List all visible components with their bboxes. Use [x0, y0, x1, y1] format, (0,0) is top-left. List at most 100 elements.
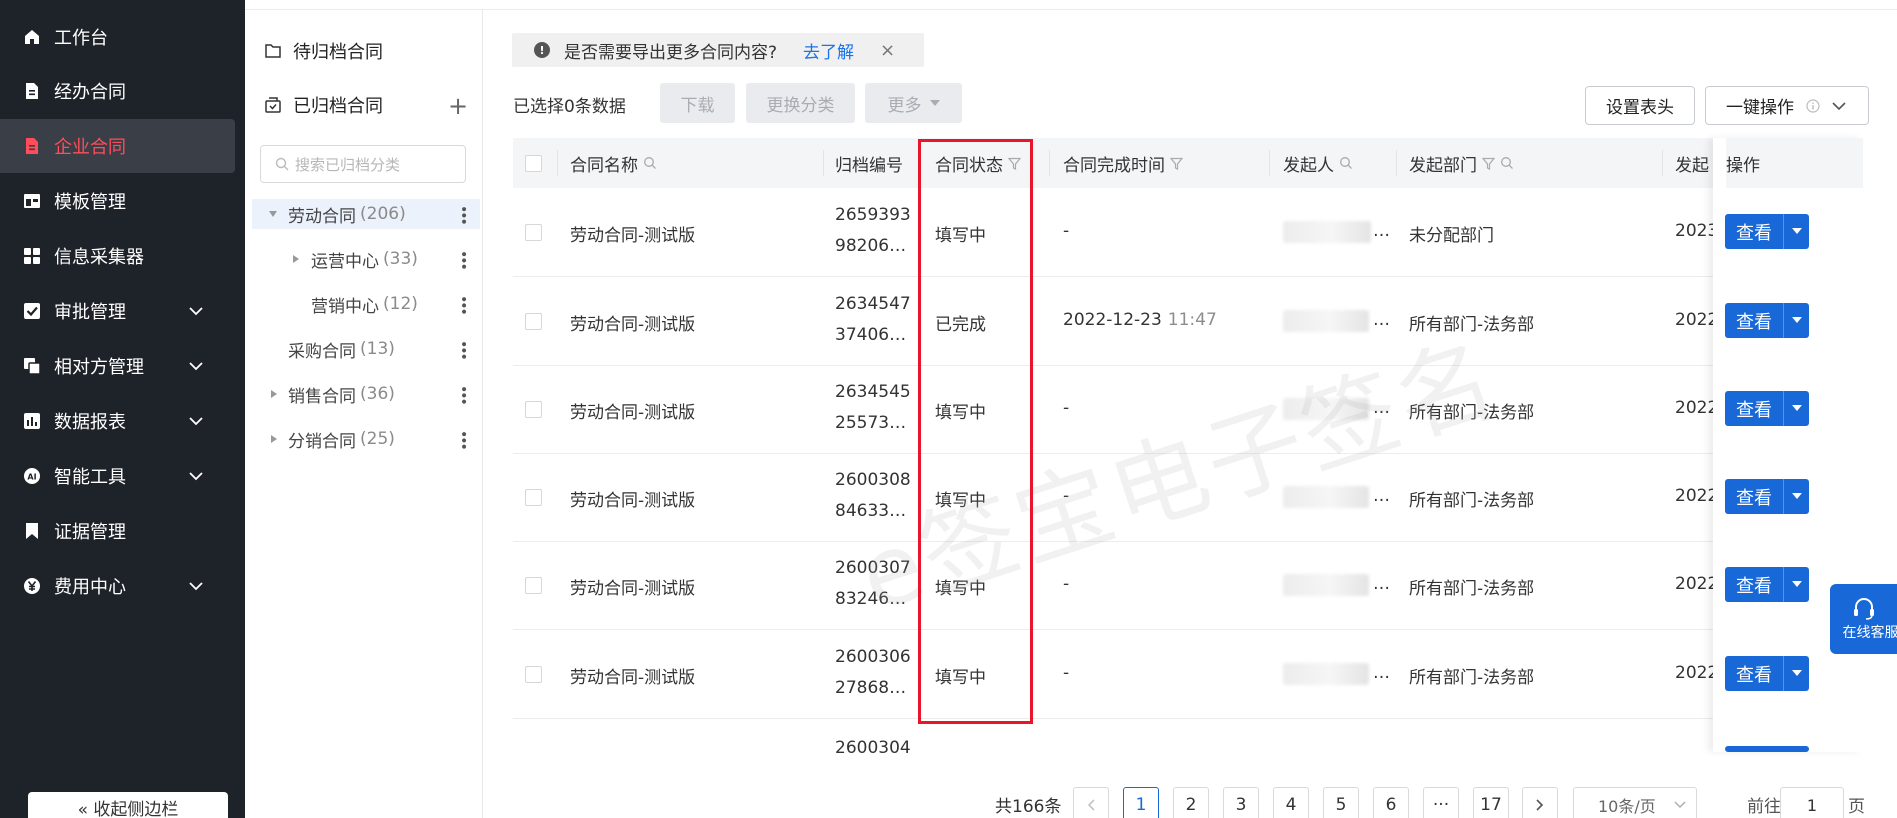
initiate-dept: 所有部门-法务部: [1409, 668, 1535, 688]
chevron-down-icon[interactable]: [188, 468, 204, 484]
caret-down-icon[interactable]: [1784, 493, 1809, 500]
selected-count: 已选择0条数据: [513, 97, 626, 117]
nav-item-workbench[interactable]: 工作台: [0, 10, 235, 64]
filter-icon[interactable]: [1170, 157, 1183, 170]
page-size-select[interactable]: 10条/页: [1573, 787, 1697, 818]
view-button[interactable]: 查看: [1725, 479, 1809, 514]
row-checkbox[interactable]: [525, 666, 542, 683]
view-button[interactable]: 查看: [1725, 214, 1809, 249]
next-page-button[interactable]: [1522, 787, 1558, 818]
folder-icon: [265, 44, 281, 58]
caret-down-icon[interactable]: [1784, 405, 1809, 412]
chevron-down-icon: [1674, 801, 1686, 808]
row-divider: [513, 718, 1863, 719]
learn-more-link[interactable]: 去了解: [803, 38, 854, 63]
chevron-left-icon: [1087, 799, 1095, 811]
download-button[interactable]: 下载: [660, 83, 735, 123]
row-checkbox[interactable]: [525, 577, 542, 594]
view-button[interactable]: 查看: [1725, 656, 1809, 691]
nav-item-info-collector[interactable]: 信息采集器: [0, 229, 235, 283]
goto-page-input[interactable]: 1: [1780, 787, 1844, 818]
caret-down-icon[interactable]: [1784, 317, 1809, 324]
complete-date: 2022-12-23: [1063, 310, 1162, 330]
nav-item-handled-contracts[interactable]: 经办合同: [0, 64, 235, 118]
page-button[interactable]: 5: [1323, 787, 1359, 818]
chevron-down-icon[interactable]: [188, 358, 204, 374]
more-vertical-icon[interactable]: •••: [455, 340, 471, 359]
nav-item-billing-center[interactable]: 费用中心: [0, 559, 235, 613]
col-header-archive-no: 归档编号: [835, 138, 903, 188]
chevron-down-icon[interactable]: [188, 413, 204, 429]
chevron-down-icon[interactable]: [188, 578, 204, 594]
view-button[interactable]: [1725, 746, 1809, 752]
nav-item-counterparty-management[interactable]: 相对方管理: [0, 339, 235, 393]
more-vertical-icon[interactable]: •••: [455, 430, 471, 449]
caret-down-icon[interactable]: [1784, 581, 1809, 588]
tree-item-labor-contract[interactable]: 劳动合同 (206) •••: [252, 199, 480, 229]
online-service-label: 在线客服: [1842, 625, 1897, 641]
pending-archive-item[interactable]: 待归档合同: [265, 38, 383, 64]
more-vertical-icon[interactable]: •••: [455, 205, 471, 224]
caret-right-icon[interactable]: [270, 434, 278, 444]
more-button[interactable]: 更多: [865, 83, 962, 123]
row-checkbox[interactable]: [525, 401, 542, 418]
page-button[interactable]: 4: [1273, 787, 1309, 818]
page-button[interactable]: 1: [1123, 787, 1159, 818]
view-button[interactable]: 查看: [1725, 391, 1809, 426]
more-vertical-icon[interactable]: •••: [455, 250, 471, 269]
page-button[interactable]: 6: [1373, 787, 1409, 818]
caret-down-icon[interactable]: [1784, 670, 1809, 677]
page-button[interactable]: 17: [1473, 787, 1509, 818]
caret-down-icon[interactable]: [1784, 228, 1809, 235]
tree-item-distribution-contract[interactable]: 分销合同 (25) •••: [252, 424, 480, 454]
change-category-button[interactable]: 更换分类: [746, 83, 855, 123]
nav-item-approval-management[interactable]: 审批管理: [0, 284, 235, 338]
search-icon[interactable]: [1500, 156, 1514, 170]
row-divider: [513, 365, 1863, 366]
page-button[interactable]: 2: [1173, 787, 1209, 818]
nav-item-smart-tools[interactable]: AI 智能工具: [0, 449, 235, 503]
tree-item-purchase-contract[interactable]: 采购合同 (13) •••: [252, 334, 480, 364]
search-icon[interactable]: [1339, 156, 1353, 170]
search-icon: [275, 157, 289, 171]
collapse-sidebar-button[interactable]: « 收起侧边栏: [28, 792, 228, 818]
search-icon[interactable]: [643, 156, 657, 170]
category-search-input[interactable]: 搜索已归档分类: [260, 145, 466, 183]
page-button[interactable]: 3: [1223, 787, 1259, 818]
caret-right-icon[interactable]: [270, 389, 278, 399]
row-checkbox[interactable]: [525, 313, 542, 330]
row-checkbox[interactable]: [525, 224, 542, 241]
row-checkbox[interactable]: [525, 489, 542, 506]
caret-down-icon[interactable]: [268, 210, 278, 218]
col-header-label: 操作: [1726, 155, 1760, 176]
col-divider: [823, 150, 824, 176]
filter-icon[interactable]: [1482, 157, 1495, 170]
initiator-ellipsis: …: [1373, 574, 1390, 594]
tree-item-sales-contract[interactable]: 销售合同 (36) •••: [252, 379, 480, 409]
view-button[interactable]: 查看: [1725, 303, 1809, 338]
nav-item-enterprise-contracts[interactable]: 企业合同: [0, 119, 235, 173]
view-label: 查看: [1736, 664, 1772, 686]
tree-item-ops-center[interactable]: 运营中心 (33) •••: [252, 244, 480, 274]
caret-right-icon[interactable]: [292, 254, 300, 264]
close-icon[interactable]: ×: [880, 40, 895, 61]
online-service-button[interactable]: 在线客服: [1830, 584, 1897, 654]
more-vertical-icon[interactable]: •••: [455, 385, 471, 404]
set-header-button[interactable]: 设置表头: [1585, 86, 1695, 125]
nav-item-data-reports[interactable]: 数据报表: [0, 394, 235, 448]
contract-name: 劳动合同-测试版: [570, 579, 696, 599]
page-ellipsis-button[interactable]: ···: [1423, 787, 1459, 818]
nav-item-evidence-management[interactable]: 证据管理: [0, 504, 235, 558]
nav-item-label: 审批管理: [54, 302, 126, 323]
select-all-checkbox[interactable]: [525, 155, 542, 172]
add-category-button[interactable]: +: [448, 92, 468, 120]
more-vertical-icon[interactable]: •••: [455, 295, 471, 314]
nav-item-template-management[interactable]: 模板管理: [0, 174, 235, 228]
one-click-action-button[interactable]: 一键操作: [1705, 86, 1869, 125]
view-button[interactable]: 查看: [1725, 567, 1809, 602]
archived-item[interactable]: 已归档合同: [265, 92, 383, 118]
tree-item-marketing-center[interactable]: 营销中心 (12) •••: [252, 289, 480, 319]
chevron-down-icon[interactable]: [188, 303, 204, 319]
initiate-year: 2023: [1675, 221, 1719, 241]
prev-page-button[interactable]: [1073, 787, 1109, 818]
